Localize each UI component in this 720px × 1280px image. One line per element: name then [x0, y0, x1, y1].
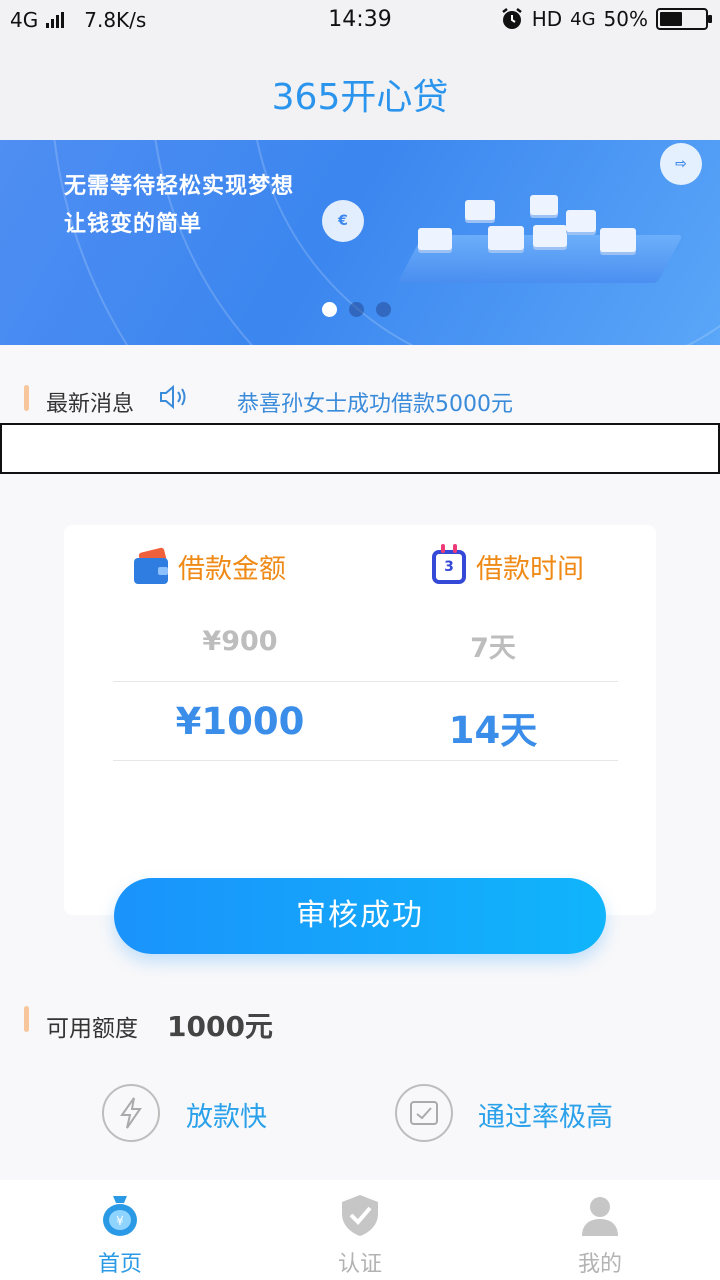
money-bag-icon: ¥ — [103, 1196, 137, 1236]
banner-share-icon: ⇨ — [660, 143, 702, 185]
banner-tile — [488, 226, 524, 250]
banner-slogan-line2: 让钱变的简单 — [64, 212, 203, 237]
feature-fast-loan: 放款快 — [186, 1102, 267, 1133]
section-marker — [24, 385, 29, 411]
amount-header: 借款金额 — [134, 546, 286, 586]
card-check-icon — [395, 1084, 453, 1142]
banner-tile — [418, 228, 452, 250]
app-header: 365开心贷 — [0, 40, 720, 140]
carousel-dot[interactable] — [349, 302, 364, 317]
picker-divider-bottom — [113, 760, 618, 761]
network-type-right: 4G — [570, 8, 596, 30]
news-ticker[interactable]: 恭喜孙女士成功借款5000元 — [237, 386, 513, 418]
banner-tile — [530, 195, 558, 215]
term-option-selected[interactable]: 14天 — [363, 700, 623, 754]
tab-home[interactable]: ¥ 首页 — [20, 1180, 220, 1280]
amount-option-prev[interactable]: ¥900 — [110, 626, 370, 657]
wallet-icon — [134, 546, 168, 584]
battery-icon — [656, 8, 712, 30]
bottom-tab-bar: ¥ 首页 认证 我的 — [0, 1180, 720, 1280]
tab-mine[interactable]: 我的 — [500, 1180, 700, 1280]
speaker-icon — [160, 384, 186, 410]
carousel-dot[interactable] — [322, 302, 337, 317]
carousel-indicator[interactable] — [322, 302, 391, 317]
hd-badge: HD — [531, 7, 563, 31]
user-icon — [582, 1197, 618, 1236]
banner-tile — [465, 200, 495, 220]
tab-home-label: 首页 — [97, 1252, 142, 1277]
status-right: HD 4G 50% — [500, 7, 712, 31]
term-option-prev[interactable]: 7天 — [363, 626, 623, 665]
carousel-dot[interactable] — [376, 302, 391, 317]
banner-tile — [533, 225, 567, 247]
amount-label: 借款金额 — [178, 554, 286, 585]
available-label: 可用额度 — [46, 1016, 138, 1042]
shield-check-icon — [342, 1195, 378, 1236]
lightning-icon — [102, 1084, 160, 1142]
review-success-button[interactable]: 审核成功 — [114, 878, 606, 954]
picker-divider-top — [113, 681, 618, 682]
tab-verify-label: 认证 — [337, 1252, 382, 1277]
alarm-icon — [501, 8, 522, 29]
available-value: 1000元 — [167, 1010, 273, 1043]
amount-option-selected[interactable]: ¥1000 — [110, 700, 370, 743]
battery-percent: 50% — [603, 7, 648, 31]
tab-mine-label: 我的 — [577, 1252, 622, 1277]
term-header: 3 借款时间 — [432, 543, 584, 586]
page-title: 365开心贷 — [271, 77, 449, 118]
svg-text:¥: ¥ — [116, 1214, 124, 1228]
section-marker — [24, 1006, 29, 1032]
banner-coin-icon: € — [322, 200, 364, 242]
empty-placeholder-box — [0, 423, 720, 474]
banner-carousel[interactable]: 无需等待轻松实现梦想 让钱变的简单 € ⇨ — [0, 140, 720, 345]
term-label: 借款时间 — [476, 554, 584, 585]
feature-high-approval: 通过率极高 — [478, 1102, 613, 1133]
news-bar: 最新消息 恭喜孙女士成功借款5000元 — [0, 345, 720, 423]
banner-tile — [566, 210, 596, 232]
banner-tile — [600, 228, 636, 252]
status-bar: 4G 7.8K/s 14:39 HD 4G 50% — [0, 0, 720, 40]
news-label: 最新消息 — [46, 392, 135, 417]
tab-verify[interactable]: 认证 — [260, 1180, 460, 1280]
calendar-icon: 3 — [432, 543, 466, 584]
banner-slogan-line1: 无需等待轻松实现梦想 — [64, 174, 295, 199]
